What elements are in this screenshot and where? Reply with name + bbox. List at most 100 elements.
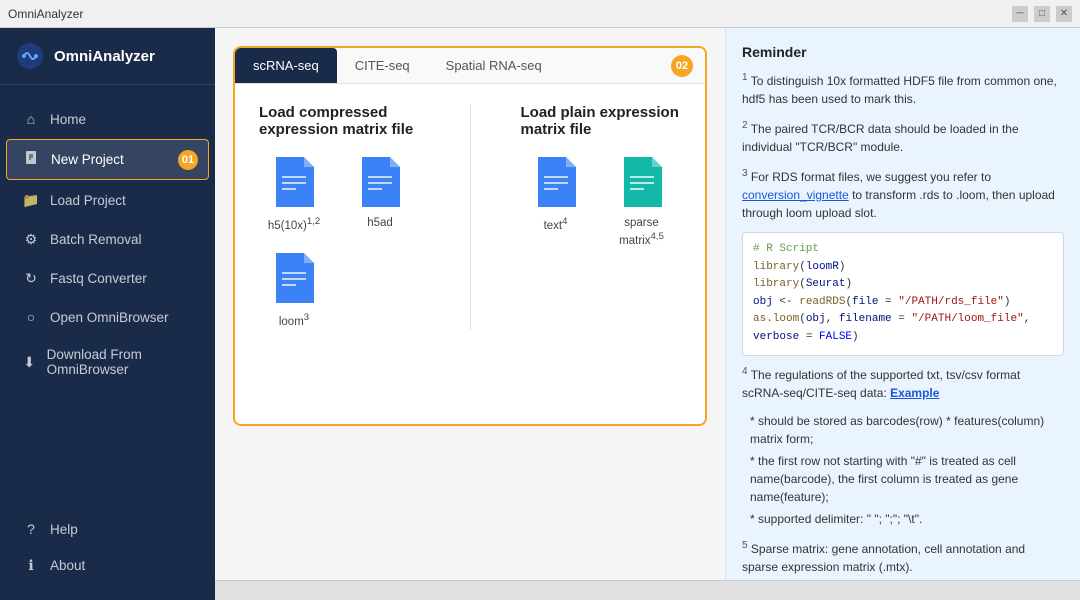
footnote-5: 5 Sparse matrix: gene annotation, cell a… xyxy=(742,538,1064,576)
reminder-bullets: * should be stored as barcodes(row) * fe… xyxy=(742,412,1064,528)
app-logo-icon xyxy=(16,42,44,70)
tab-header: scRNA-seq CITE-seq Spatial RNA-seq 02 xyxy=(235,48,705,84)
tab-scrna-seq[interactable]: scRNA-seq xyxy=(235,48,337,83)
code-line-3: obj <- readRDS(file = "/PATH/rds_file") xyxy=(753,294,1053,312)
bullet-3: * supported delimiter: " "; ";"; "\t". xyxy=(750,510,1064,528)
sidebar-item-home[interactable]: ⌂ Home xyxy=(6,101,209,137)
code-block: # R Script library(loomR) library(Seurat… xyxy=(742,232,1064,356)
tab-spatial-rna-seq[interactable]: Spatial RNA-seq xyxy=(428,48,560,83)
sidebar-item-new-project[interactable]: New Project 01 xyxy=(6,139,209,180)
h5ad-icon-box xyxy=(356,154,404,210)
omnibrowser-icon: ○ xyxy=(22,309,40,325)
file-sections: Load compressed expression matrix file xyxy=(259,104,681,330)
reminder-item-4: 4 The regulations of the supported txt, … xyxy=(742,364,1064,402)
bullet-2: * the first row not starting with "#" is… xyxy=(750,452,1064,506)
conversion-vignette-link[interactable]: conversion_vignette xyxy=(742,188,849,202)
reminder-text-2: The paired TCR/BCR data should be loaded… xyxy=(742,122,1019,154)
main-content: scRNA-seq CITE-seq Spatial RNA-seq 02 Lo… xyxy=(215,28,1080,600)
reminder-text-4: The regulations of the supported txt, ts… xyxy=(742,368,1020,400)
reminder-text-3a: For RDS format files, we suggest you ref… xyxy=(751,170,991,184)
file-icon-h5-10x[interactable]: h5(10x)1,2 xyxy=(259,154,329,234)
text-label: text4 xyxy=(544,216,568,234)
bullet-1: * should be stored as barcodes(row) * fe… xyxy=(750,412,1064,448)
sparse-doc-icon xyxy=(620,155,664,209)
content-area: scRNA-seq CITE-seq Spatial RNA-seq 02 Lo… xyxy=(215,28,1080,580)
app-container: OmniAnalyzer ⌂ Home New Project xyxy=(0,28,1080,600)
sidebar-item-load-project[interactable]: 📁 Load Project xyxy=(6,182,209,219)
sidebar-item-label-new-project: New Project xyxy=(51,152,124,167)
tab-card: scRNA-seq CITE-seq Spatial RNA-seq 02 Lo… xyxy=(233,46,707,426)
h5-10x-icon-box xyxy=(270,154,318,210)
loom-icon-box xyxy=(270,250,318,306)
minimize-button[interactable]: ─ xyxy=(1012,6,1028,22)
about-icon: ℹ xyxy=(22,557,40,574)
h5ad-label: h5ad xyxy=(367,216,393,231)
sidebar-item-fastq-converter[interactable]: ↻ Fastq Converter xyxy=(6,260,209,297)
code-line-1: library(loomR) xyxy=(753,259,1053,277)
h5-10x-doc-icon xyxy=(272,155,316,209)
reminder-panel: Reminder 1 To distinguish 10x formatted … xyxy=(725,28,1080,580)
file-section-divider xyxy=(470,104,471,330)
reminder-item-3: 3 For RDS format files, we suggest you r… xyxy=(742,166,1064,222)
sidebar-item-label-download: Download From OmniBrowser xyxy=(47,347,193,377)
sidebar: OmniAnalyzer ⌂ Home New Project xyxy=(0,28,215,600)
file-icons-grid-1: h5(10x)1,2 xyxy=(259,154,420,330)
tab-cite-seq[interactable]: CITE-seq xyxy=(337,48,428,83)
sidebar-item-download-omnibrowser[interactable]: ⬇ Download From OmniBrowser xyxy=(6,337,209,387)
sidebar-item-batch-removal[interactable]: ⚙ Batch Removal xyxy=(6,221,209,258)
help-icon: ? xyxy=(22,521,40,537)
file-section-1-title: Load compressed expression matrix file xyxy=(259,104,420,138)
sidebar-item-label-about: About xyxy=(50,558,85,573)
bottom-bar xyxy=(215,580,1080,600)
sidebar-item-label-help: Help xyxy=(50,522,78,537)
title-bar: OmniAnalyzer ─ □ ✕ xyxy=(0,0,1080,28)
tab-content: Load compressed expression matrix file xyxy=(235,84,705,350)
reminder-title: Reminder xyxy=(742,44,1064,60)
file-icons-grid-2: text4 xyxy=(521,154,682,249)
window-controls: ─ □ ✕ xyxy=(1012,6,1072,22)
code-line-4: as.loom(obj, filename = "/PATH/loom_file… xyxy=(753,311,1053,346)
maximize-button[interactable]: □ xyxy=(1034,6,1050,22)
sidebar-logo-text: OmniAnalyzer xyxy=(54,48,155,65)
sparse-matrix-label: sparse matrix4,5 xyxy=(607,216,677,249)
loom-doc-icon xyxy=(272,251,316,305)
file-section-2-title: Load plain expression matrix file xyxy=(521,104,682,138)
batch-removal-icon: ⚙ xyxy=(22,231,40,248)
reminder-text-1: To distinguish 10x formatted HDF5 file f… xyxy=(742,74,1057,106)
home-icon: ⌂ xyxy=(22,111,40,127)
sidebar-item-label-open-omnibrowser: Open OmniBrowser xyxy=(50,310,169,325)
sidebar-bottom: ? Help ℹ About xyxy=(0,499,215,600)
h5-10x-label: h5(10x)1,2 xyxy=(268,216,320,234)
code-comment: # R Script xyxy=(753,241,1053,259)
sidebar-item-open-omnibrowser[interactable]: ○ Open OmniBrowser xyxy=(6,299,209,335)
sidebar-nav: ⌂ Home New Project 01 📁 L xyxy=(0,85,215,499)
file-icon-sparse-matrix[interactable]: sparse matrix4,5 xyxy=(607,154,677,249)
load-project-icon: 📁 xyxy=(22,192,40,209)
app-title: OmniAnalyzer xyxy=(8,7,1012,21)
sidebar-item-about[interactable]: ℹ About xyxy=(6,547,209,584)
center-panel: scRNA-seq CITE-seq Spatial RNA-seq 02 Lo… xyxy=(215,28,725,580)
sidebar-item-help[interactable]: ? Help xyxy=(6,511,209,547)
file-icon-text[interactable]: text4 xyxy=(521,154,591,249)
file-icon-loom[interactable]: loom3 xyxy=(259,250,329,330)
file-icon-h5ad[interactable]: h5ad xyxy=(345,154,415,234)
file-section-compressed: Load compressed expression matrix file xyxy=(259,104,420,330)
loom-label: loom3 xyxy=(279,312,309,330)
new-project-icon xyxy=(23,150,41,169)
sidebar-item-label-home: Home xyxy=(50,112,86,127)
sidebar-item-label-fastq: Fastq Converter xyxy=(50,271,147,286)
sidebar-item-label-batch-removal: Batch Removal xyxy=(50,232,142,247)
reminder-item-2: 2 The paired TCR/BCR data should be load… xyxy=(742,118,1064,156)
reminder-item-1: 1 To distinguish 10x formatted HDF5 file… xyxy=(742,70,1064,108)
close-button[interactable]: ✕ xyxy=(1056,6,1072,22)
text-doc-icon xyxy=(534,155,578,209)
sidebar-logo: OmniAnalyzer xyxy=(0,28,215,85)
file-section-plain: Load plain expression matrix file xyxy=(521,104,682,330)
sparse-matrix-icon-box xyxy=(618,154,666,210)
fastq-icon: ↻ xyxy=(22,270,40,287)
sidebar-item-label-load-project: Load Project xyxy=(50,193,126,208)
code-line-2: library(Seurat) xyxy=(753,276,1053,294)
example-link[interactable]: Example xyxy=(890,386,939,400)
h5ad-doc-icon xyxy=(358,155,402,209)
new-project-badge: 01 xyxy=(178,150,198,170)
